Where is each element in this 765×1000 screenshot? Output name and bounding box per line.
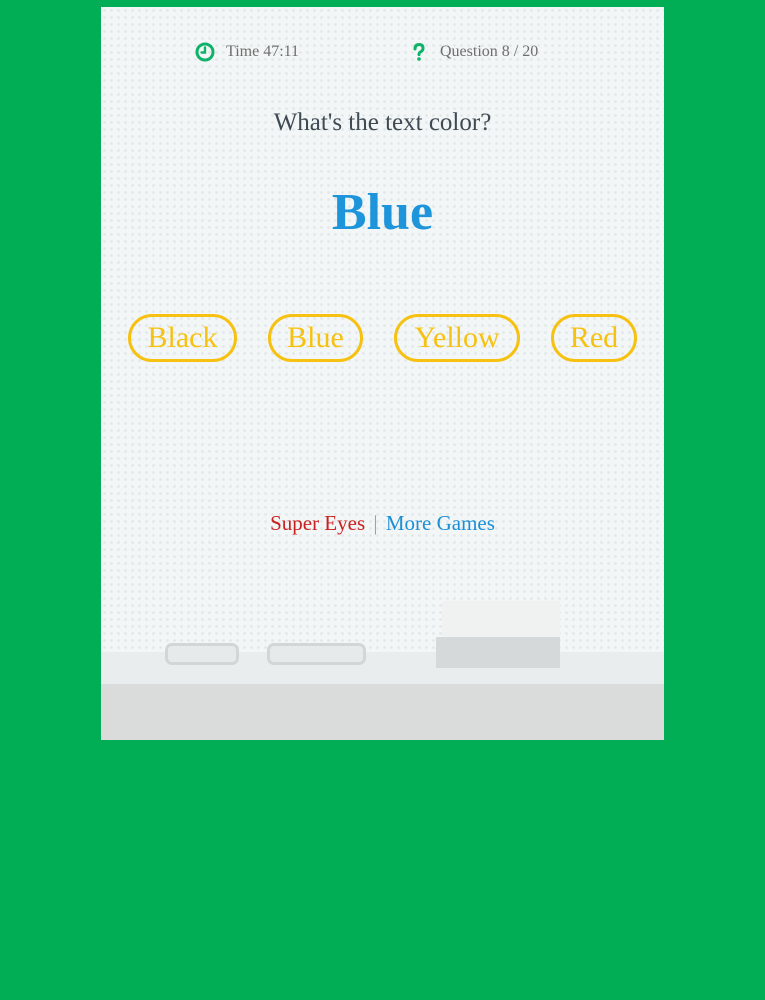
game-card: Time 47:11 Question 8 / 20 What's the te… [101, 7, 664, 740]
timer-label: Time 47:11 [226, 43, 300, 60]
clock-icon [194, 41, 216, 63]
shelf-tray-large [267, 643, 366, 665]
question-counter: Question 8 / 20 [408, 41, 538, 63]
answer-button-blue[interactable]: Blue [268, 314, 363, 362]
question-counter-label: Question 8 / 20 [440, 43, 539, 60]
shelf-box [436, 637, 560, 668]
color-word: Blue [331, 184, 434, 241]
shelf-box-top [442, 601, 560, 641]
super-eyes-link[interactable]: Super Eyes [270, 511, 365, 535]
link-separator: | [373, 511, 378, 535]
timer: Time 47:11 [194, 41, 299, 63]
answer-button-yellow[interactable]: Yellow [394, 314, 520, 362]
answer-button-red[interactable]: Red [551, 314, 637, 362]
more-games-link[interactable]: More Games [386, 511, 495, 535]
shelf-front [101, 684, 664, 740]
shelf-tray-small [165, 643, 239, 665]
answer-button-black[interactable]: Black [128, 314, 237, 362]
question-mark-icon [408, 41, 430, 63]
footer-links: Super Eyes | More Games [101, 511, 664, 536]
question-prompt: What's the text color? [273, 109, 492, 136]
